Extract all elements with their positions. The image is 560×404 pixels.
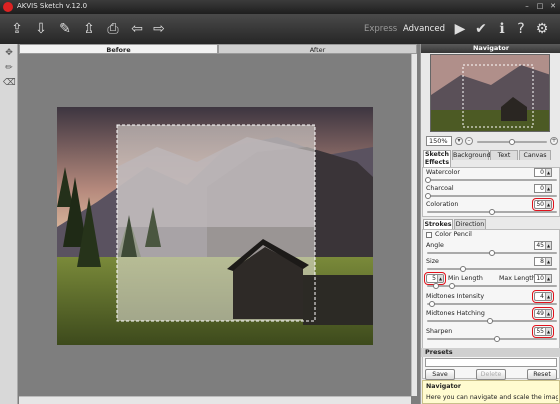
sharpen-label: Sharpen — [426, 328, 453, 335]
tab-strokes[interactable]: Strokes — [423, 219, 453, 229]
min-length-value[interactable]: 5 ▲ — [424, 272, 446, 285]
midtones-intensity-slider[interactable] — [427, 303, 557, 305]
batch-process-icon[interactable]: ⇫ — [78, 18, 100, 40]
tab-sketch-effects[interactable]: Sketch Effects — [423, 150, 451, 167]
left-toolbar: ✥ ✏ ⌫ — [0, 44, 18, 404]
tab-canvas[interactable]: Canvas — [519, 150, 551, 160]
sketch-image — [57, 107, 373, 345]
help-text: Here you can navigate and scale the imag… — [426, 394, 558, 401]
advanced-mode-button[interactable]: Advanced — [403, 24, 445, 34]
reset-preset-button[interactable]: Reset — [527, 369, 557, 380]
share-icon[interactable]: ✎ — [54, 18, 76, 40]
effects-section: Watercolor 0 ▲ Charcoal 0 ▲ Coloration 50 ▲ — [422, 167, 560, 217]
main-toolbar: ⇪ ⇩ ✎ ⇫ ⎙ ⇦ ⇨ Express Advanced ▶ ✔ ℹ ? ⚙ — [0, 14, 560, 44]
coloration-label: Coloration — [426, 201, 459, 208]
coloration-slider-thumb[interactable] — [489, 209, 495, 215]
tab-after[interactable]: After — [218, 44, 417, 54]
view-tabs: Before After — [19, 44, 417, 54]
size-slider[interactable] — [427, 268, 557, 270]
angle-slider-thumb[interactable] — [489, 250, 495, 256]
midtones-hatching-thumb[interactable] — [487, 318, 493, 324]
watercolor-value[interactable]: 0 ▲ — [534, 168, 552, 177]
open-image-icon[interactable]: ⇪ — [6, 18, 28, 40]
eraser-tool-icon[interactable]: ⌫ — [3, 77, 16, 89]
settings-panel: Navigator 150% ▾ – + Sketch Effects Back… — [420, 44, 560, 404]
help-icon[interactable]: ? — [510, 18, 532, 40]
sharpen-value[interactable]: 55 ▲ — [532, 325, 554, 338]
navigator-preview[interactable] — [430, 54, 550, 132]
help-title: Navigator — [426, 383, 461, 390]
maximize-icon[interactable]: □ — [535, 2, 545, 11]
app-window: AKVIS Sketch v.12.0 – □ ✕ ⇪ ⇩ ✎ ⇫ ⎙ ⇦ ⇨ … — [0, 0, 560, 404]
angle-label: Angle — [426, 242, 444, 249]
sharpen-thumb[interactable] — [494, 336, 500, 342]
akvis-logo-icon — [3, 2, 13, 12]
tab-text[interactable]: Text — [490, 150, 518, 160]
save-image-icon[interactable]: ⇩ — [30, 18, 52, 40]
presets-header: Presets — [421, 348, 560, 357]
delete-preset-button[interactable]: Delete — [476, 369, 506, 380]
run-processing-icon[interactable]: ▶ — [449, 18, 471, 40]
zoom-dropdown-icon[interactable]: ▾ — [455, 137, 463, 145]
charcoal-label: Charcoal — [426, 185, 454, 192]
settings-gear-icon[interactable]: ⚙ — [531, 18, 553, 40]
max-length-value[interactable]: 10 ▲ — [534, 274, 552, 283]
tab-background[interactable]: Background — [452, 150, 491, 160]
midtones-hatching-label: Midtones Hatching — [426, 310, 485, 317]
max-length-label: Max Length — [499, 275, 536, 282]
coloration-value[interactable]: 50 ▲ — [532, 198, 554, 211]
canvas-horizontal-scrollbar[interactable] — [19, 396, 411, 404]
min-length-thumb[interactable] — [433, 283, 439, 289]
length-range-slider[interactable] — [427, 285, 557, 287]
color-pencil-label: Color Pencil — [435, 231, 472, 238]
charcoal-slider[interactable] — [427, 195, 557, 197]
midtones-hatching-value[interactable]: 49 ▲ — [532, 307, 554, 320]
window-title: AKVIS Sketch v.12.0 — [17, 2, 88, 10]
hand-tool-icon[interactable]: ✥ — [3, 47, 15, 59]
print-icon[interactable]: ⎙ — [102, 18, 124, 40]
minimize-icon[interactable]: – — [522, 2, 532, 11]
size-slider-thumb[interactable] — [460, 266, 466, 272]
watercolor-label: Watercolor — [426, 169, 460, 176]
pencil-tool-icon[interactable]: ✏ — [3, 62, 15, 74]
zoom-level-field[interactable]: 150% — [426, 136, 452, 146]
redo-icon[interactable]: ⇨ — [148, 18, 170, 40]
presets-dropdown[interactable] — [425, 358, 557, 367]
midtones-intensity-value[interactable]: 4 ▲ — [532, 290, 554, 303]
zoom-slider-thumb[interactable] — [509, 139, 515, 145]
midtones-intensity-label: Midtones Intensity — [426, 293, 485, 300]
navigator-header: Navigator — [421, 44, 560, 53]
tab-direction[interactable]: Direction — [454, 219, 486, 229]
min-length-label: Min Length — [448, 275, 483, 282]
max-length-thumb[interactable] — [449, 283, 455, 289]
zoom-out-icon[interactable]: – — [465, 137, 473, 145]
angle-value[interactable]: 45 ▲ — [534, 241, 552, 250]
canvas-vertical-scrollbar[interactable] — [411, 54, 417, 396]
watercolor-slider[interactable] — [427, 179, 557, 181]
express-mode-button[interactable]: Express — [364, 24, 397, 34]
size-label: Size — [426, 258, 439, 265]
tab-before[interactable]: Before — [19, 44, 218, 54]
sharpen-slider[interactable] — [427, 338, 557, 340]
undo-icon[interactable]: ⇦ — [126, 18, 148, 40]
title-bar: AKVIS Sketch v.12.0 – □ ✕ — [0, 0, 560, 14]
watercolor-slider-thumb[interactable] — [425, 177, 431, 183]
save-preset-button[interactable]: Save — [425, 369, 455, 380]
charcoal-value[interactable]: 0 ▲ — [534, 184, 552, 193]
close-icon[interactable]: ✕ — [548, 2, 558, 11]
help-panel: Navigator Here you can navigate and scal… — [422, 380, 560, 404]
color-pencil-checkbox[interactable] — [426, 232, 432, 238]
zoom-in-icon[interactable]: + — [550, 137, 558, 145]
size-value[interactable]: 8 ▲ — [534, 257, 552, 266]
apply-result-icon[interactable]: ✔ — [470, 18, 492, 40]
charcoal-slider-thumb[interactable] — [425, 193, 431, 199]
midtones-intensity-thumb[interactable] — [429, 301, 435, 307]
